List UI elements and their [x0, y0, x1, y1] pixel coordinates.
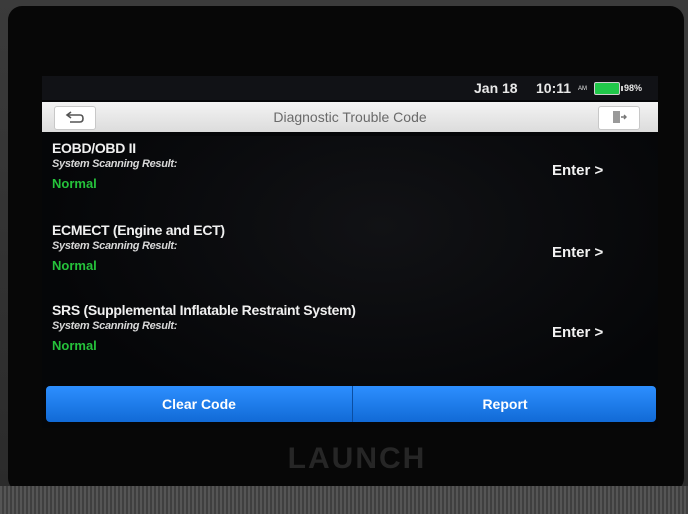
system-item-ecmect: ECMECT (Engine and ECT) System Scanning …	[42, 214, 658, 294]
enter-button[interactable]: Enter >	[552, 324, 603, 341]
system-name: EOBD/OBD II	[52, 140, 136, 156]
system-name: ECMECT (Engine and ECT)	[52, 222, 225, 238]
system-name: SRS (Supplemental Inflatable Restraint S…	[52, 302, 356, 318]
report-button[interactable]: Report	[352, 386, 657, 422]
status-time: 10:11	[536, 80, 572, 96]
device-screen: Jan 18 10:11 AM 98% Diagnostic Trouble C…	[42, 76, 658, 428]
enter-button[interactable]: Enter >	[552, 162, 603, 179]
status-ampm: AM	[578, 86, 587, 92]
scan-result-status: Normal	[52, 176, 97, 191]
scan-result-label: System Scanning Result:	[52, 320, 178, 332]
battery-icon	[594, 82, 623, 95]
back-button[interactable]	[54, 106, 96, 130]
back-arrow-icon	[65, 111, 84, 123]
status-date: Jan 18	[474, 80, 518, 96]
battery-percent: 98%	[624, 83, 643, 93]
page-title: Diagnostic Trouble Code	[273, 109, 427, 125]
title-bar: Diagnostic Trouble Code	[42, 102, 658, 132]
exit-icon	[613, 111, 627, 123]
scan-result-status: Normal	[52, 338, 97, 353]
device-brand-logo: LAUNCH	[287, 442, 427, 475]
scan-result-label: System Scanning Result:	[52, 240, 178, 252]
scan-result-status: Normal	[52, 258, 97, 273]
bottom-action-bar: Clear Code Report	[46, 386, 656, 422]
system-item-eobd: EOBD/OBD II System Scanning Result: Norm…	[42, 132, 658, 212]
enter-button[interactable]: Enter >	[552, 244, 603, 261]
system-item-srs: SRS (Supplemental Inflatable Restraint S…	[42, 294, 658, 374]
device-edge	[0, 486, 688, 514]
exit-button[interactable]	[598, 106, 640, 130]
clear-code-button[interactable]: Clear Code	[46, 386, 352, 422]
scan-result-label: System Scanning Result:	[52, 158, 178, 170]
status-bar: Jan 18 10:11 AM 98%	[42, 76, 658, 100]
